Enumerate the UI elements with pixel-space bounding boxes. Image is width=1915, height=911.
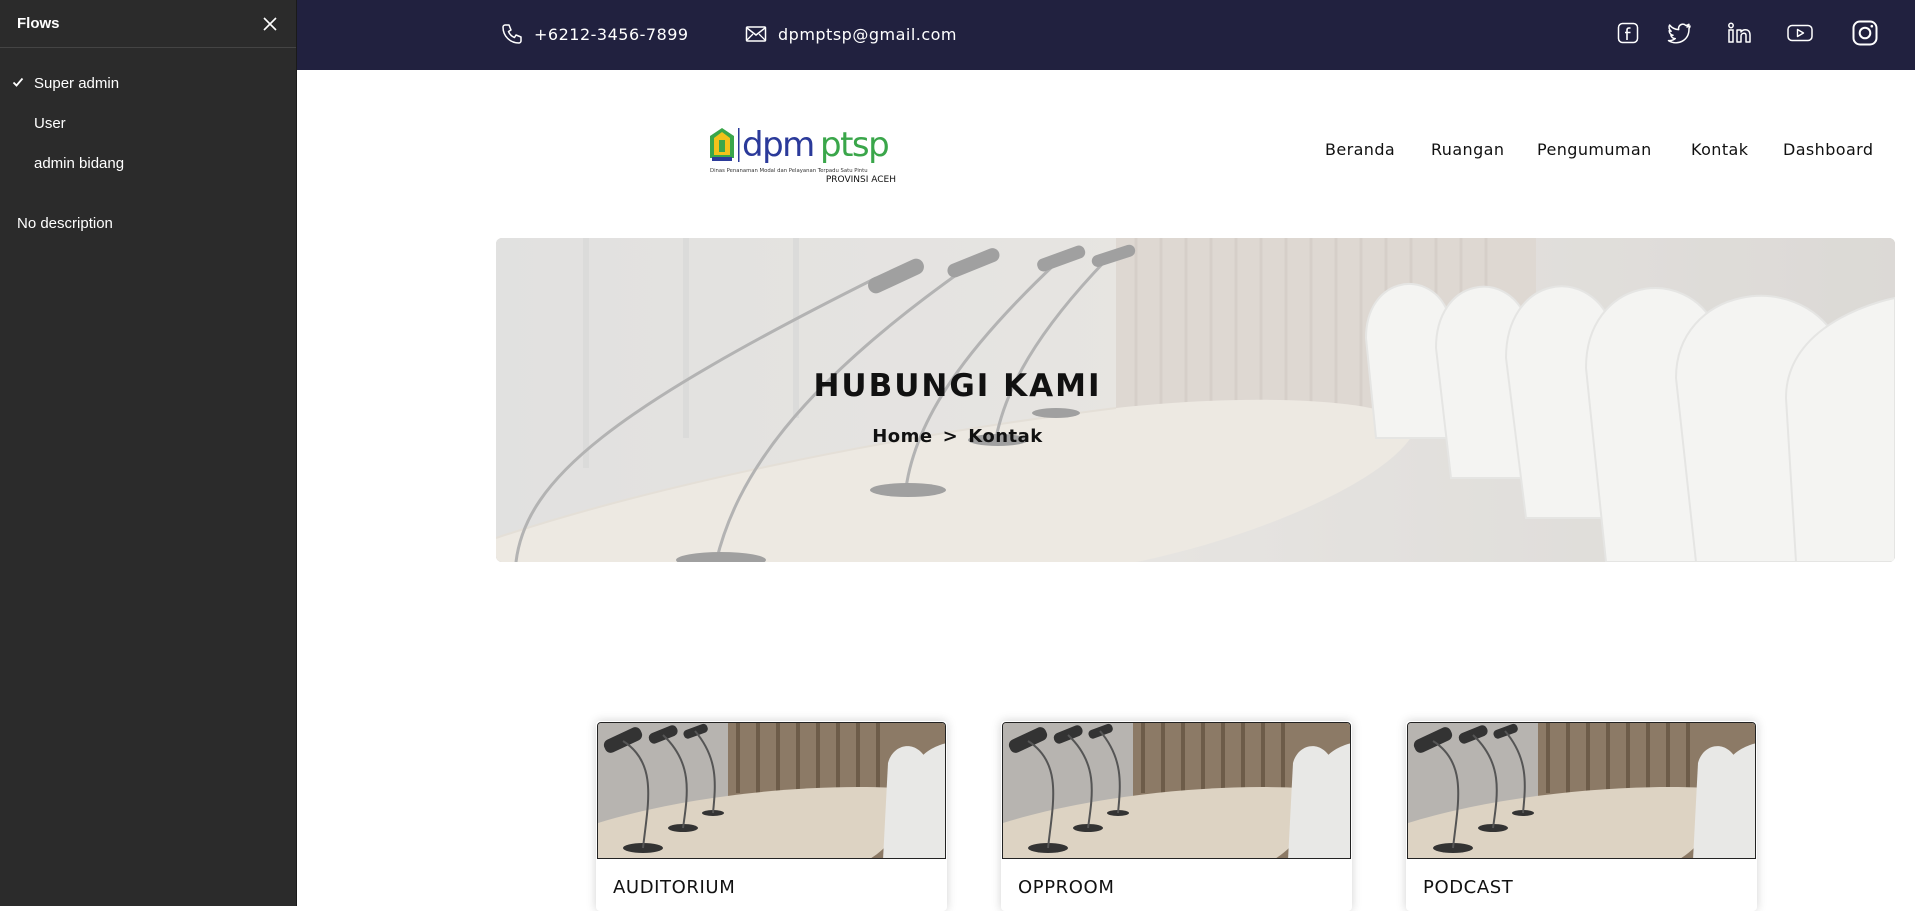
twitter-icon[interactable] — [1666, 19, 1694, 47]
flow-item-admin-bidang[interactable]: admin bidang — [0, 143, 296, 183]
room-card-podcast[interactable]: PODCAST — [1406, 721, 1757, 911]
room-name: OPPROOM — [1018, 877, 1115, 898]
aceh-emblem — [710, 128, 734, 161]
breadcrumb-separator: > — [942, 426, 959, 447]
instagram-icon[interactable] — [1851, 19, 1879, 47]
room-thumbnail — [1002, 722, 1351, 859]
linkedin-icon[interactable] — [1726, 19, 1754, 47]
flows-header: Flows — [0, 0, 296, 48]
flows-panel: Flows Super admin User admin bidang No d… — [0, 0, 297, 906]
nav-pengumuman[interactable]: Pengumuman — [1537, 140, 1652, 159]
checkmark-icon — [12, 77, 24, 87]
flows-title: Flows — [17, 15, 60, 32]
youtube-icon[interactable] — [1786, 19, 1814, 47]
facebook-icon[interactable] — [1614, 19, 1642, 47]
flow-item-label: admin bidang — [34, 154, 125, 172]
logo-brand-dpm: dpm — [742, 125, 814, 165]
social-links — [297, 0, 1915, 66]
flow-item-label: User — [34, 114, 66, 132]
close-icon[interactable] — [260, 14, 280, 34]
breadcrumb-home[interactable]: Home — [872, 426, 932, 447]
room-name: AUDITORIUM — [613, 877, 736, 898]
dpmptsp-logo[interactable]: dpm ptsp Dinas Penanaman Modal dan Pelay… — [708, 122, 898, 187]
nav-beranda[interactable]: Beranda — [1325, 140, 1395, 159]
room-card-opproom[interactable]: OPPROOM — [1001, 721, 1352, 911]
room-thumbnail — [597, 722, 946, 859]
room-thumbnail — [1407, 722, 1756, 859]
flows-list: Super admin User admin bidang — [0, 48, 296, 183]
flow-item-label: Super admin — [34, 74, 120, 92]
flow-item-user[interactable]: User — [0, 103, 296, 143]
logo-brand-ptsp: ptsp — [820, 125, 888, 165]
flows-description: No description — [17, 215, 113, 232]
nav-kontak[interactable]: Kontak — [1691, 140, 1748, 159]
flow-item-super-admin[interactable]: Super admin — [0, 63, 296, 103]
logo-tagline: Dinas Penanaman Modal dan Pelayanan Terp… — [710, 168, 868, 174]
breadcrumb-current: Kontak — [968, 426, 1043, 447]
nav-dashboard[interactable]: Dashboard — [1783, 140, 1873, 159]
logo-region: PROVINSI ACEH — [826, 175, 896, 185]
topbar: +6212-3456-7899 dpmptsp@gmail.com — [297, 0, 1915, 70]
room-name: PODCAST — [1423, 877, 1514, 898]
nav-ruangan[interactable]: Ruangan — [1431, 140, 1504, 159]
room-card-auditorium[interactable]: AUDITORIUM — [596, 721, 947, 911]
